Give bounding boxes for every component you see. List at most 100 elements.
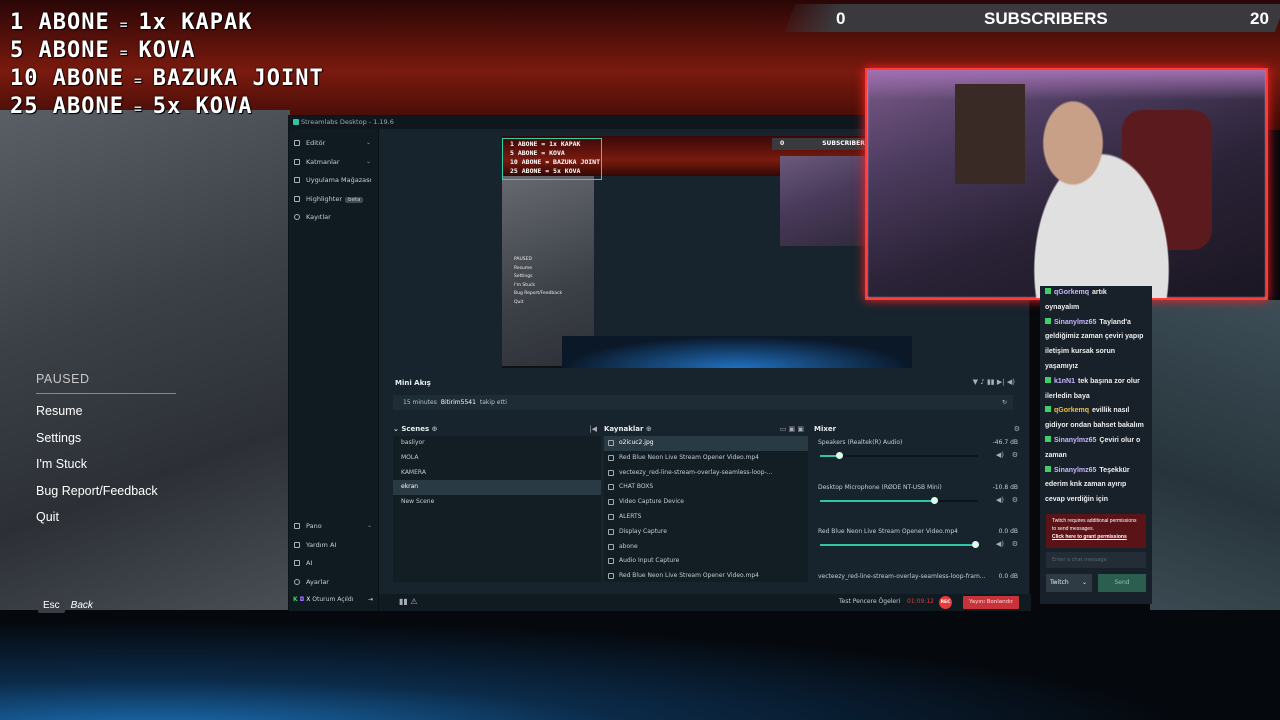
platform-select[interactable]: Twitch ⌄ <box>1046 574 1092 592</box>
sidebar-item-highlighter[interactable]: Highlighter beta <box>289 190 378 209</box>
chat-username[interactable]: Sinanylmz65 <box>1054 437 1096 444</box>
goal-row: 10 ABONE = BAZUKA JOINT <box>10 66 324 94</box>
gear-icon[interactable]: ⚙ <box>1012 496 1018 504</box>
menu-bug-report[interactable]: Bug Report/Feedback <box>36 484 176 511</box>
source-tools-icon[interactable]: ▭ ▣ ▣ <box>780 422 804 436</box>
menu-settings[interactable]: Settings <box>36 431 176 458</box>
sources-header: Kaynaklar ⊕ ▭ ▣ ▣ <box>604 422 808 436</box>
speaker-icon[interactable]: ◀) <box>996 540 1004 548</box>
chat-username[interactable]: Sinanylmz65 <box>1054 319 1096 326</box>
volume-knob[interactable] <box>971 541 979 548</box>
subscriber-label: SUBSCRIBERS <box>984 9 1108 28</box>
source-item[interactable]: o2icuc2.jpg <box>604 436 808 451</box>
mute-icon[interactable]: ◀) <box>1007 378 1015 386</box>
test-widgets-button[interactable]: Test Pencere Ögeleri <box>839 598 900 605</box>
streamlabs-logo-icon <box>293 119 299 125</box>
scene-item[interactable]: basliyor <box>393 436 601 451</box>
refresh-icon[interactable]: ↻ <box>1002 395 1007 410</box>
chat-username[interactable]: qGorkemq <box>1054 289 1089 296</box>
back-hint[interactable]: Esc Back <box>38 598 93 613</box>
preview-pause-menu: PAUSED Resume Settings I'm Stuck Bug Rep… <box>514 256 562 307</box>
source-item[interactable]: ALERTS <box>604 510 808 525</box>
scene-item[interactable]: New Scene <box>393 495 601 510</box>
source-item[interactable]: Red Blue Neon Live Stream Opener Video.m… <box>604 569 808 582</box>
kick-badge-icon <box>1045 288 1051 294</box>
channel-name: vecteezy_red-line-stream-overlay-seamles… <box>818 572 986 580</box>
status-left-icons[interactable]: ▮▮ ⚠ <box>399 597 418 606</box>
alert-icon[interactable]: ⚠ <box>410 597 417 606</box>
sidebar-item-settings[interactable]: Ayarlar <box>289 573 379 592</box>
stats-icon[interactable]: ▮▮ <box>399 597 408 606</box>
sidebar-item-layers[interactable]: Katmanlar ⌄ <box>289 153 378 172</box>
grant-permissions-link[interactable]: Click here to grant permissions <box>1052 534 1127 540</box>
gear-icon[interactable]: ⚙ <box>1012 451 1018 459</box>
gear-icon[interactable]: ⚙ <box>1014 422 1020 436</box>
x-icon: X <box>306 596 311 603</box>
chat-input[interactable]: Enter a chat message <box>1046 552 1146 568</box>
scene-item[interactable]: MOLA <box>393 451 601 466</box>
goal-eq: = <box>119 46 129 61</box>
speaker-icon[interactable]: ◀) <box>996 451 1004 459</box>
source-item[interactable]: CHAT BOXS <box>604 480 808 495</box>
volume-slider[interactable] <box>820 541 979 548</box>
volume-slider[interactable] <box>820 496 978 504</box>
volume-knob[interactable] <box>930 496 938 504</box>
chat-username[interactable]: k1nN1 <box>1054 378 1075 385</box>
scene-item[interactable]: ekran <box>393 480 601 496</box>
collapse-icon[interactable]: |◀ <box>589 422 597 436</box>
send-button[interactable]: Send <box>1098 574 1146 592</box>
menu-im-stuck[interactable]: I'm Stuck <box>36 457 176 484</box>
pause-icon[interactable]: ▮▮ <box>987 378 995 386</box>
music-icon[interactable]: ♪ <box>980 378 984 386</box>
gear-icon <box>294 578 300 585</box>
add-source-icon[interactable]: ⊕ <box>646 425 652 433</box>
source-item[interactable]: Display Capture <box>604 525 808 540</box>
chevron-down-icon: ⌄ <box>366 522 372 529</box>
stream-preview[interactable]: 1 ABONE = 1x KAPAK 5 ABONE = KOVA 10 ABO… <box>502 136 912 368</box>
source-item[interactable]: vecteezy_red-line-stream-overlay-seamles… <box>604 466 808 481</box>
preview-glow <box>562 336 912 368</box>
end-stream-button[interactable]: Yayını Bonlandır <box>963 596 1019 609</box>
source-item[interactable]: Red Blue Neon Live Stream Opener Video.m… <box>604 451 808 466</box>
overlay-blue-glow <box>0 610 1280 720</box>
menu-resume[interactable]: Resume <box>36 404 176 431</box>
chat-text: iletişim kursak sorun <box>1045 348 1116 356</box>
gear-icon[interactable]: ⚙ <box>1012 540 1018 548</box>
subscriber-target: 20 <box>1250 9 1269 28</box>
selection-box[interactable] <box>502 138 602 180</box>
chevron-down-icon[interactable]: ⌄ <box>393 425 399 433</box>
login-status[interactable]: K ◘ X Oturum Açıldı ⇥ <box>293 596 377 603</box>
webcam-frame <box>865 68 1268 300</box>
kick-badge-icon <box>1045 465 1051 472</box>
source-item[interactable]: abone <box>604 540 808 555</box>
menu-quit[interactable]: Quit <box>36 510 176 537</box>
filter-icon[interactable]: ▼ <box>973 378 978 386</box>
preview-menu-item: Bug Report/Feedback <box>514 291 563 296</box>
chat-text: ederim knk zaman ayırıp <box>1045 481 1127 489</box>
speaker-icon[interactable]: ◀) <box>996 496 1004 504</box>
chat-text: zaman <box>1045 451 1067 459</box>
channel-db: 0.0 dB <box>998 572 1018 580</box>
chat-messages: qGorkemq artık oynayalım Sinanylmz65 Tayland… <box>1040 286 1152 508</box>
highlighter-icon <box>294 195 300 202</box>
sidebar-item-app-store[interactable]: Uygulama Mağazası ⌄ <box>289 171 378 190</box>
chat-username[interactable]: qGorkemq <box>1054 407 1089 414</box>
scene-item[interactable]: KAMERA <box>393 466 601 481</box>
sidebar-item-editor[interactable]: Editör ⌄ <box>289 134 378 153</box>
source-item[interactable]: Audio Input Capture <box>604 554 808 569</box>
add-scene-icon[interactable]: ⊕ <box>432 425 438 433</box>
source-item[interactable]: Video Capture Device <box>604 495 808 510</box>
dashboard-icon <box>294 523 300 529</box>
chat-line: qGorkemq artık <box>1040 286 1152 301</box>
skip-icon[interactable]: ▶| <box>997 378 1005 386</box>
rec-button[interactable]: REC <box>939 596 952 609</box>
sidebar-item-recordings[interactable]: Kayıtlar <box>289 208 378 227</box>
sidebar-item-dashboard[interactable]: Pano ⌄ <box>289 517 379 536</box>
sidebar-item-help-ai[interactable]: Yardım AI <box>289 536 379 555</box>
mini-feed-title: Mini Akış <box>395 379 431 387</box>
mini-feed-controls[interactable]: ▼ ♪ ▮▮ ▶| ◀) <box>973 378 1015 386</box>
sidebar-item-ai[interactable]: AI <box>289 554 379 573</box>
chat-username[interactable]: Sinanylmz65 <box>1054 467 1096 474</box>
volume-knob[interactable] <box>835 452 843 459</box>
volume-slider[interactable] <box>820 452 978 459</box>
